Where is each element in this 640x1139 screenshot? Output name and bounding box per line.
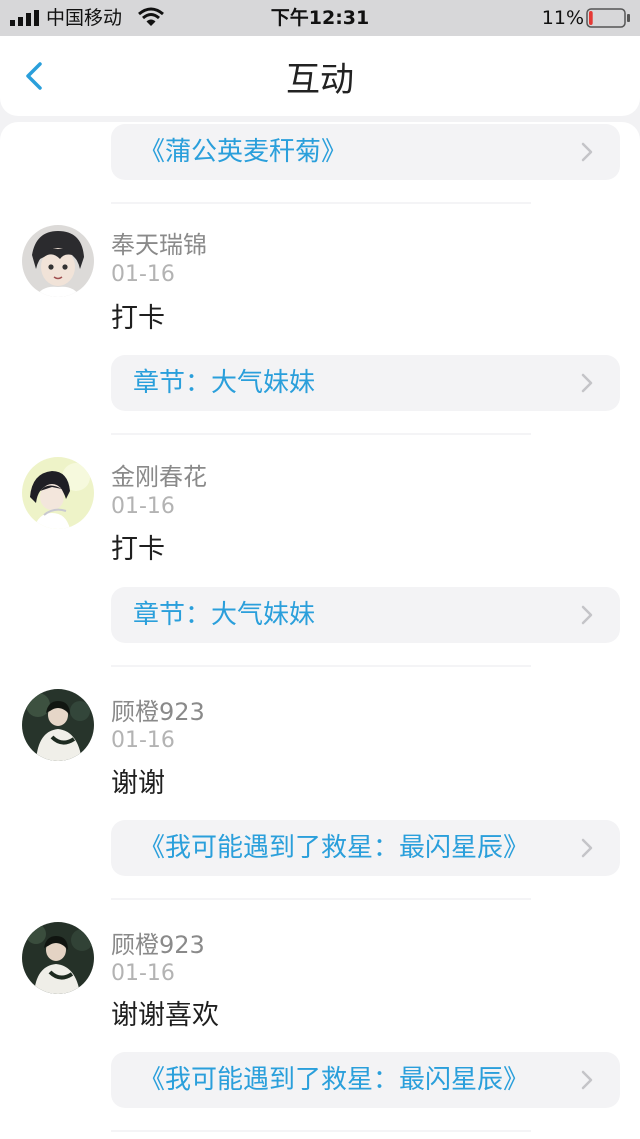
comment-text: 谢谢喜欢	[111, 1000, 219, 1031]
post-date: 01-16	[111, 961, 175, 986]
user-name[interactable]: 顾橙923	[111, 697, 205, 727]
chevron-right-icon	[581, 373, 593, 393]
chapter-link-text: 章节：大气妹妹	[133, 600, 316, 630]
avatar[interactable]	[22, 225, 94, 297]
comment-text: 谢谢	[111, 768, 165, 799]
user-name[interactable]: 奉天瑞锦	[111, 230, 207, 260]
battery-percentage: 11%	[541, 7, 584, 29]
chevron-right-icon	[581, 1070, 593, 1090]
divider	[111, 433, 531, 435]
chapter-link-card[interactable]: 章节：大气妹妹	[111, 355, 620, 411]
page-title: 互动	[286, 60, 354, 100]
chevron-right-icon	[581, 142, 593, 162]
book-link-text: 《我可能遇到了救星：最闪星辰》	[139, 1065, 530, 1095]
divider	[111, 202, 531, 204]
book-link-card[interactable]: 《我可能遇到了救星：最闪星辰》	[111, 1052, 620, 1108]
book-link-text: 《我可能遇到了救星：最闪星辰》	[139, 833, 530, 863]
post-date: 01-16	[111, 728, 175, 753]
chevron-right-icon	[581, 605, 593, 625]
user-name[interactable]: 金刚春花	[111, 462, 207, 492]
user-name[interactable]: 顾橙923	[111, 930, 205, 960]
chevron-right-icon	[581, 838, 593, 858]
avatar[interactable]	[22, 689, 94, 761]
chapter-link-text: 章节：大气妹妹	[133, 368, 316, 398]
divider	[111, 665, 531, 667]
comment-text: 打卡	[111, 534, 165, 565]
divider	[111, 898, 531, 900]
nav-bar: 互动	[0, 36, 640, 116]
book-link-card[interactable]: 《我可能遇到了救星：最闪星辰》	[111, 820, 620, 876]
battery-icon	[586, 8, 630, 28]
status-bar: 中国移动 下午12:31 11%	[0, 0, 640, 36]
avatar[interactable]	[22, 457, 94, 529]
book-link-card[interactable]: 《蒲公英麦秆菊》	[111, 124, 620, 180]
post-date: 01-16	[111, 262, 175, 287]
comment-text: 打卡	[111, 303, 165, 334]
interaction-list: 《蒲公英麦秆菊》 奉天瑞锦 01-16 打卡 章节：大气妹妹 金刚春花 01-1…	[0, 122, 640, 1139]
divider	[111, 1130, 531, 1132]
avatar[interactable]	[22, 922, 94, 994]
post-date: 01-16	[111, 494, 175, 519]
book-link-text: 《蒲公英麦秆菊》	[139, 137, 348, 167]
chapter-link-card[interactable]: 章节：大气妹妹	[111, 587, 620, 643]
